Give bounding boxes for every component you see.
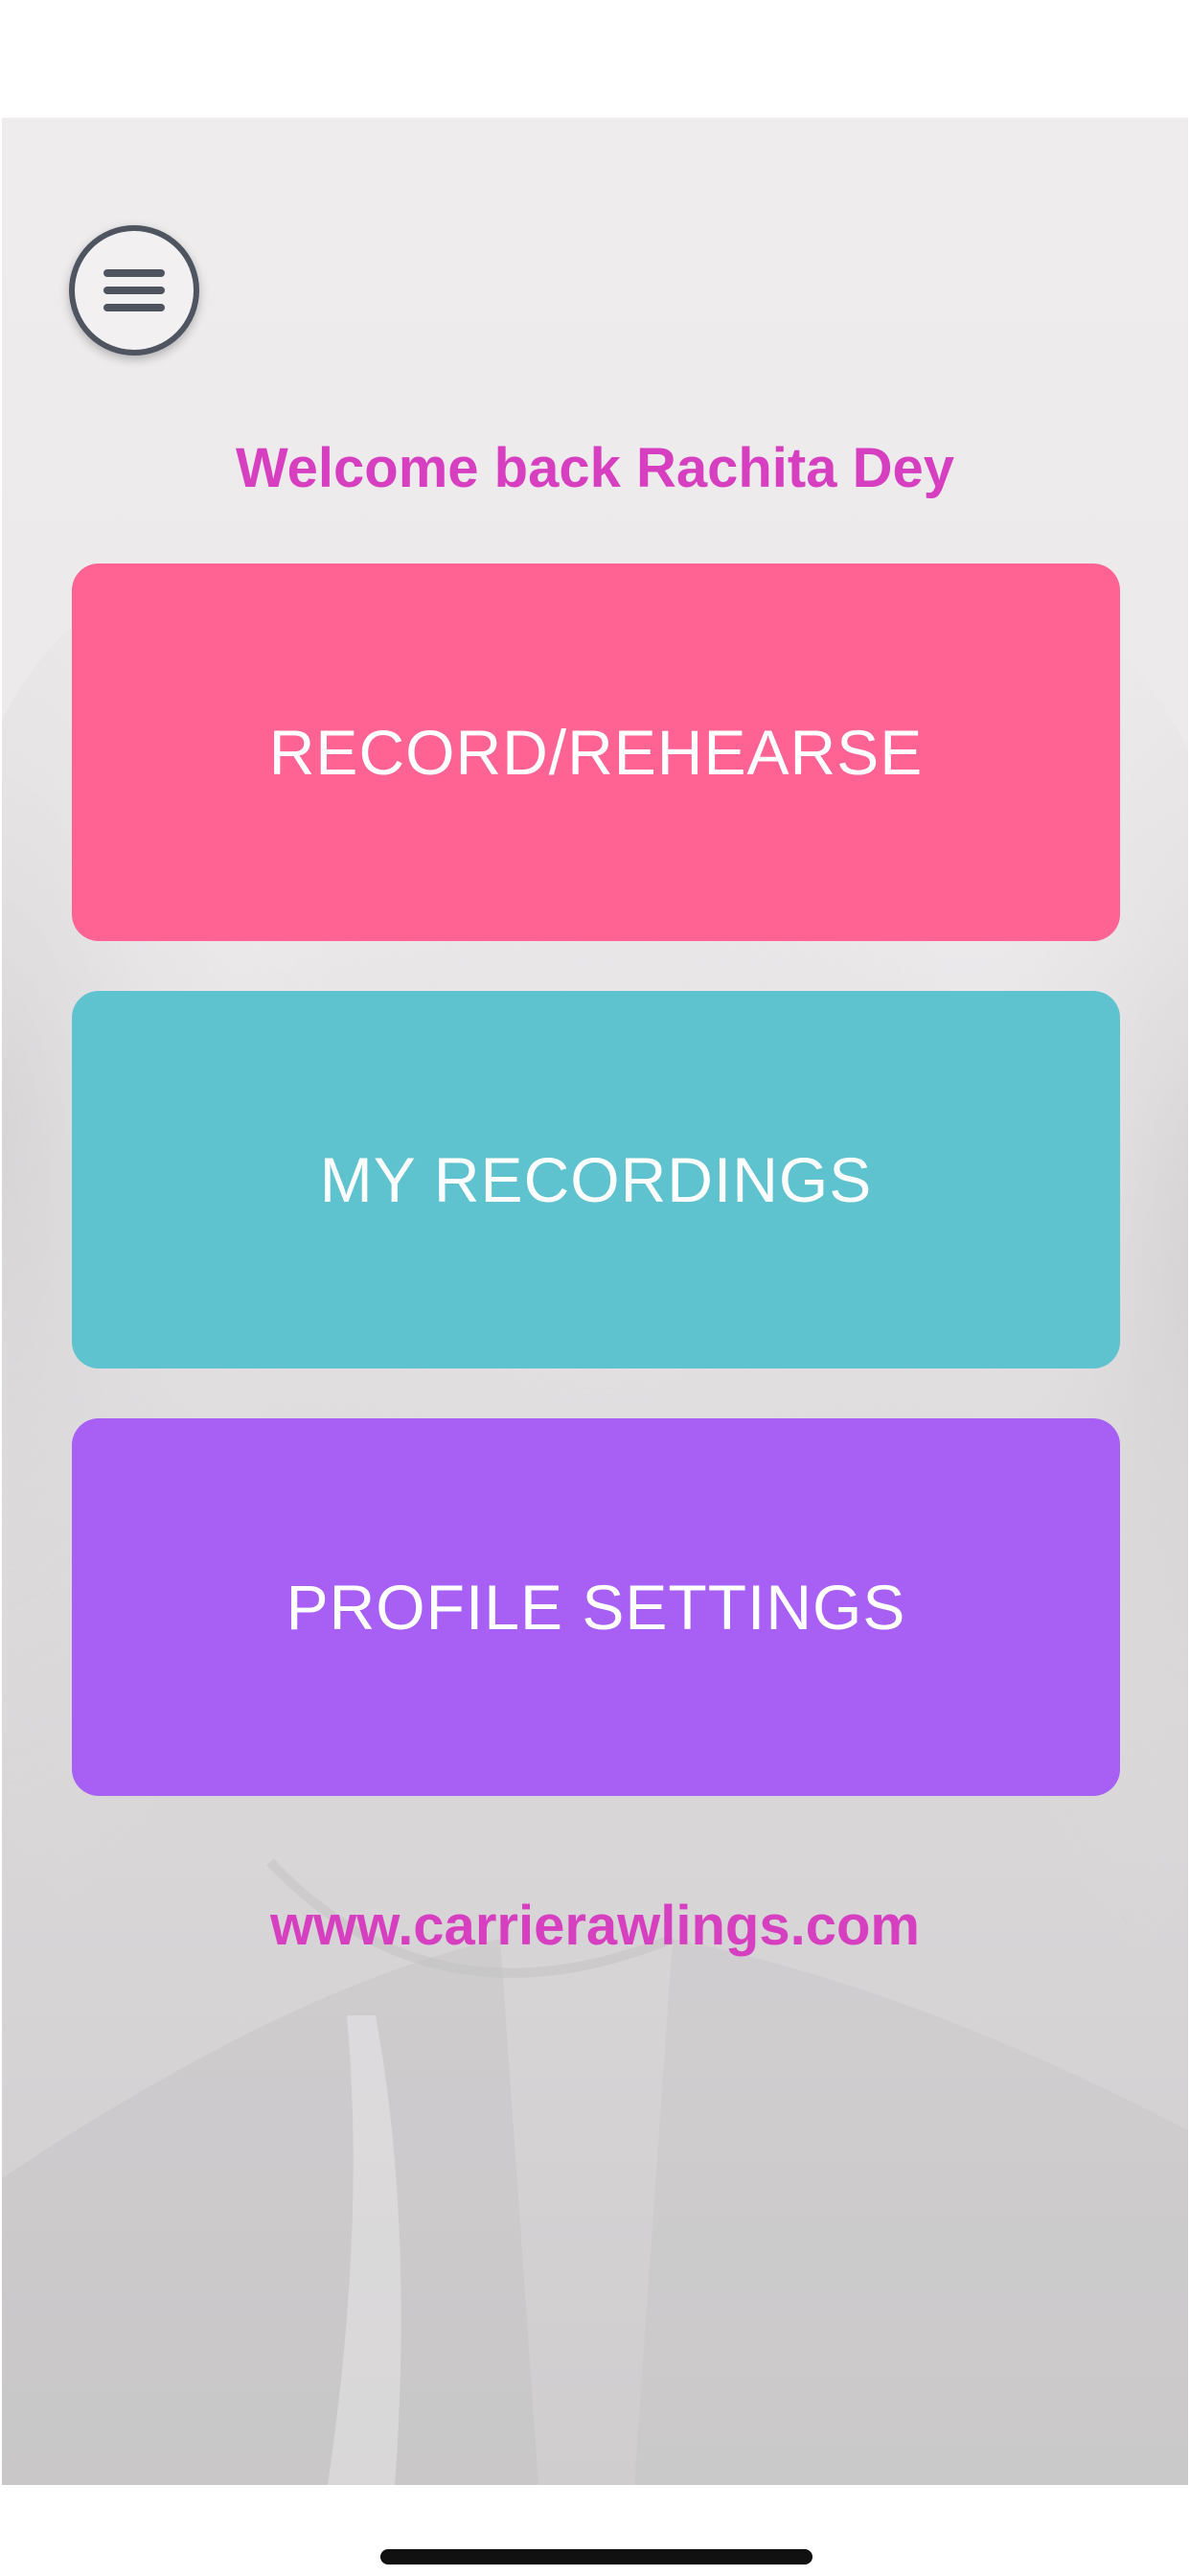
hamburger-menu-icon [103, 269, 165, 311]
profile-settings-label: PROFILE SETTINGS [286, 1572, 906, 1643]
profile-settings-button[interactable]: PROFILE SETTINGS [72, 1418, 1120, 1796]
record-rehearse-label: RECORD/REHEARSE [268, 717, 924, 788]
website-link[interactable]: www.carrierawlings.com [2, 1894, 1188, 1958]
home-view: Welcome back Rachita Dey RECORD/REHEARSE… [2, 118, 1188, 2485]
home-indicator[interactable] [380, 2549, 812, 2564]
my-recordings-label: MY RECORDINGS [319, 1144, 873, 1215]
record-rehearse-button[interactable]: RECORD/REHEARSE [72, 564, 1120, 941]
app-screen: Welcome back Rachita Dey RECORD/REHEARSE… [0, 0, 1190, 2576]
menu-button[interactable] [69, 225, 199, 356]
my-recordings-button[interactable]: MY RECORDINGS [72, 991, 1120, 1368]
welcome-message: Welcome back Rachita Dey [235, 437, 955, 499]
status-bar [0, 0, 1190, 118]
